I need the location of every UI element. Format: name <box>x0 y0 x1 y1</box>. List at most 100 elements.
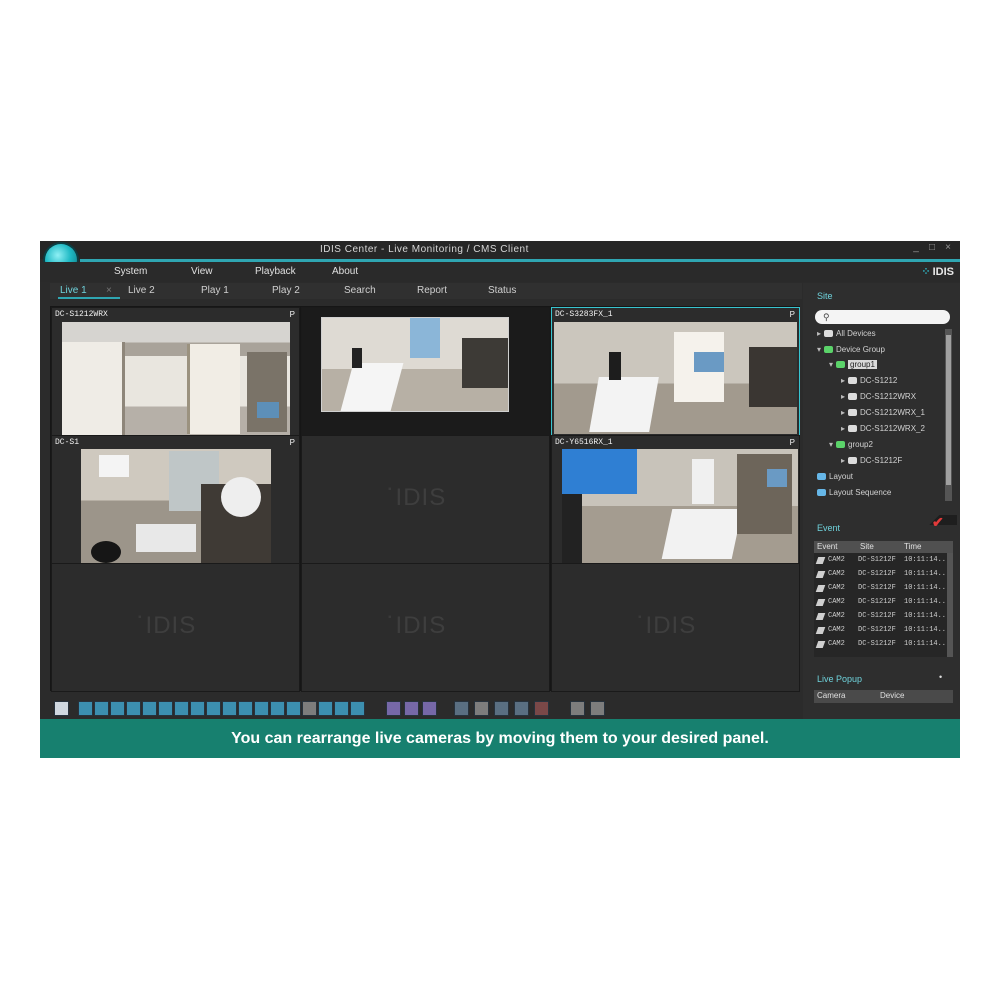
layout-2x2-icon[interactable] <box>94 701 109 716</box>
layout-custom-3-icon[interactable] <box>286 701 301 716</box>
tab-play-1[interactable]: Play 1 <box>201 285 229 296</box>
tab-live-2[interactable]: Live 2 <box>128 285 155 296</box>
camera-panel-2[interactable] <box>301 307 550 436</box>
event-table-header: Event Site Time <box>814 541 953 553</box>
watermark-dots-icon: ▪ <box>138 612 143 623</box>
layout-more-icon[interactable] <box>302 701 317 716</box>
layout-1plus5-icon[interactable] <box>174 701 189 716</box>
live-popup-menu-icon[interactable]: • <box>939 672 942 682</box>
camera-panel-5[interactable]: ▪ IDIS <box>301 435 550 564</box>
camera-panel-7[interactable]: ▪ IDIS <box>51 563 300 692</box>
tree-item-device[interactable]: ▸ DC-S1212WRX_2 <box>841 424 925 433</box>
tree-item-device[interactable]: ▸ DC-S1212F <box>841 456 902 465</box>
tree-item-all-devices[interactable]: ▸ All Devices <box>817 329 876 338</box>
motion-event-icon <box>815 627 826 634</box>
record-icon[interactable] <box>386 701 401 716</box>
audio-icon[interactable] <box>494 701 509 716</box>
camera-panel-9[interactable]: ▪ IDIS <box>551 563 800 692</box>
close-button[interactable]: × <box>942 242 954 253</box>
fullscreen-icon[interactable] <box>318 701 333 716</box>
tab-status[interactable]: Status <box>488 285 516 296</box>
tree-item-device[interactable]: ▸ DC-S1212WRX_1 <box>841 408 925 417</box>
menu-about[interactable]: About <box>332 266 358 277</box>
brand-logo: ⁘ IDIS <box>921 265 954 278</box>
tab-report[interactable]: Report <box>417 285 447 296</box>
zoom-icon[interactable] <box>514 701 529 716</box>
expand-arrow-icon: ▸ <box>841 456 846 465</box>
site-column-header[interactable]: Site <box>860 542 874 551</box>
alarm-icon[interactable] <box>404 701 419 716</box>
event-row[interactable]: CAM2 DC-S1212F 10:11:14... <box>814 597 950 609</box>
layout-5x5-icon[interactable] <box>142 701 157 716</box>
tree-item-layout[interactable]: Layout <box>817 472 853 481</box>
idis-watermark: ▪ IDIS <box>388 484 446 512</box>
camera-icon <box>848 377 858 385</box>
tab-close-icon[interactable]: × <box>106 285 112 296</box>
time-column-header[interactable]: Time <box>904 542 921 551</box>
tree-item-layout-sequence[interactable]: Layout Sequence <box>817 488 891 497</box>
layout-custom-1-icon[interactable] <box>254 701 269 716</box>
site-search-input[interactable]: ⚲ <box>815 310 950 324</box>
tab-play-2[interactable]: Play 2 <box>272 285 300 296</box>
camera-panel-1[interactable]: DC-S1212WRX P <box>51 307 300 436</box>
event-row[interactable]: CAM2 DC-S1212F 10:11:14... <box>814 583 950 595</box>
event-row[interactable]: CAM2 DC-S1212F 10:11:14... <box>814 639 950 651</box>
live-popup-header: Camera Device <box>814 690 953 703</box>
menu-bar: System View Playback About ⁘ IDIS <box>40 262 960 282</box>
layout-3x3-icon[interactable] <box>110 701 125 716</box>
previous-page-icon[interactable] <box>334 701 349 716</box>
settings-icon[interactable] <box>590 701 605 716</box>
minimize-button[interactable]: _ <box>910 242 922 253</box>
event-column-header[interactable]: Event <box>817 542 837 551</box>
event-row[interactable]: CAM2 DC-S1212F 10:11:14... <box>814 625 950 637</box>
layout-1x1-icon[interactable] <box>78 701 93 716</box>
camera-panel-4[interactable]: DC-S1 P <box>51 435 300 564</box>
tree-item-device-group[interactable]: ▾ Device Group <box>817 345 885 354</box>
camera-panel-6[interactable]: DC-Y6516RX_1 P <box>551 435 800 564</box>
event-row[interactable]: CAM2 DC-S1212F 10:11:14... <box>814 555 950 567</box>
device-column-header[interactable]: Device <box>880 691 904 700</box>
layout-1plus7-icon[interactable] <box>190 701 205 716</box>
next-page-icon[interactable] <box>350 701 365 716</box>
camera-column-header[interactable]: Camera <box>817 691 845 700</box>
checkmark-icon[interactable]: ✔ <box>932 514 944 531</box>
layout-3plus4-icon[interactable] <box>238 701 253 716</box>
scrollbar-thumb[interactable] <box>946 335 951 485</box>
tree-item-group2[interactable]: ▾ group2 <box>829 440 873 449</box>
panic-icon[interactable] <box>422 701 437 716</box>
tutorial-caption: You can rearrange live cameras by moving… <box>40 719 960 758</box>
camera-label: DC-Y6516RX_1 <box>555 438 613 447</box>
info-icon[interactable] <box>570 701 585 716</box>
layout-4x4-icon[interactable] <box>126 701 141 716</box>
menu-view[interactable]: View <box>191 266 213 277</box>
event-row[interactable]: CAM2 DC-S1212F 10:11:14... <box>814 611 950 623</box>
layout-icon <box>817 473 826 481</box>
layout-2plus8-icon[interactable] <box>222 701 237 716</box>
snapshot-icon[interactable] <box>474 701 489 716</box>
maximize-button[interactable]: □ <box>926 242 938 253</box>
tree-item-device[interactable]: ▸ DC-S1212WRX <box>841 392 916 401</box>
event-row[interactable]: CAM2 DC-S1212F 10:11:14... <box>814 569 950 581</box>
tree-item-group1[interactable]: ▾ group1 <box>829 360 877 369</box>
layout-custom-2-icon[interactable] <box>270 701 285 716</box>
screen-layout-icon[interactable] <box>54 701 69 716</box>
tab-search[interactable]: Search <box>344 285 376 296</box>
layout-6x6-icon[interactable] <box>158 701 173 716</box>
watermark-dots-icon: ▪ <box>388 484 393 495</box>
ptz-icon[interactable] <box>454 701 469 716</box>
menu-playback[interactable]: Playback <box>255 266 296 277</box>
expand-arrow-icon: ▸ <box>841 392 846 401</box>
event-scrollbar[interactable] <box>947 553 953 657</box>
camera-panel-8[interactable]: ▪ IDIS <box>301 563 550 692</box>
camera-panel-3[interactable]: DC-S3283FX_1 P <box>551 307 800 436</box>
tab-live-1[interactable]: Live 1 <box>60 285 87 296</box>
menu-system[interactable]: System <box>114 266 147 277</box>
camera-icon <box>848 457 858 465</box>
layout-1plus12-icon[interactable] <box>206 701 221 716</box>
tree-item-device[interactable]: ▸ DC-S1212 <box>841 376 897 385</box>
tree-scrollbar[interactable] <box>945 329 952 501</box>
collapse-arrow-icon: ▾ <box>829 360 834 369</box>
event-icon[interactable] <box>534 701 549 716</box>
motion-event-icon <box>815 613 826 620</box>
site-tree: ▸ All Devices ▾ Device Group ▾ group1 ▸ DC-S… <box>815 329 943 499</box>
